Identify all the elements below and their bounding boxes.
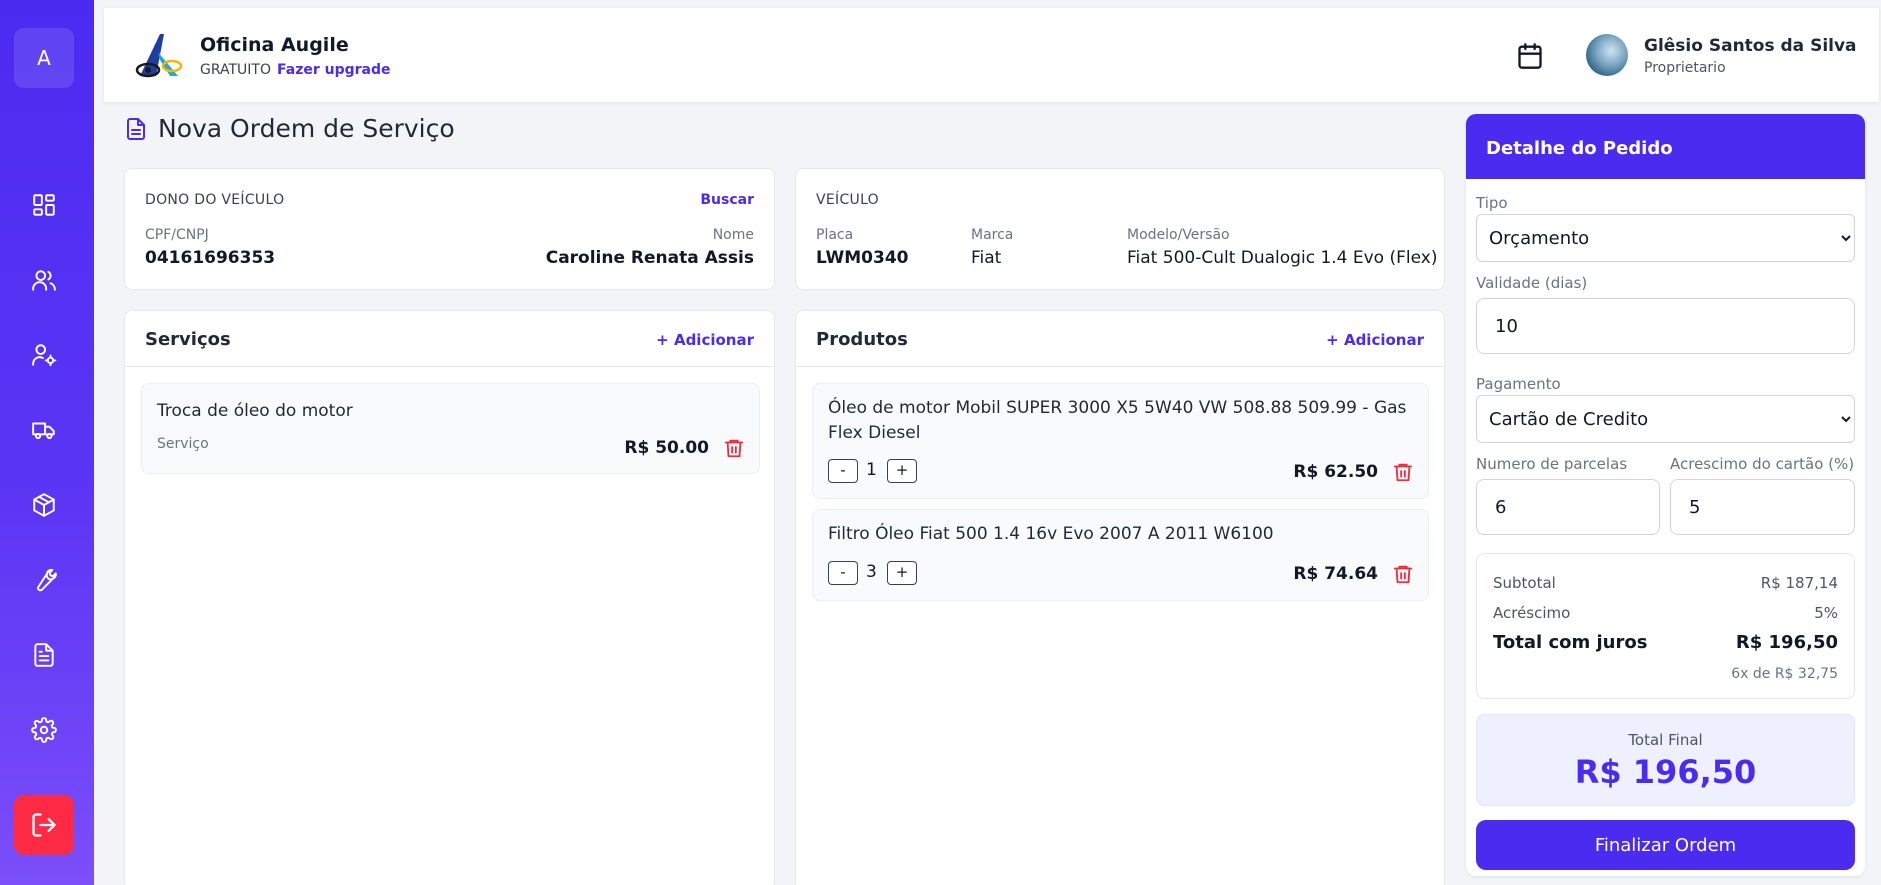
decrease-qty-button[interactable]: -	[828, 561, 858, 585]
plate-value: LWM0340	[816, 248, 909, 268]
type-select[interactable]: Orçamento	[1476, 214, 1855, 262]
vehicle-section-label: VEÍCULO	[816, 192, 879, 208]
payment-select[interactable]: Cartão de Credito	[1476, 395, 1855, 443]
top-header: Oficina Augile GRATUITO Fazer upgrade Gl…	[104, 8, 1879, 102]
validity-label: Validade (dias)	[1476, 274, 1588, 292]
product-qty: 1	[866, 460, 877, 480]
truck-icon[interactable]	[24, 410, 64, 450]
products-panel-header: Produtos + Adicionar	[796, 311, 1444, 367]
surcharge-value: 5%	[1814, 604, 1838, 622]
document-icon[interactable]	[24, 635, 64, 675]
type-label: Tipo	[1476, 194, 1508, 212]
vehicle-owner-card: DONO DO VEÍCULO Buscar CPF/CNPJ 04161696…	[124, 168, 775, 290]
plan-badge: GRATUITO	[200, 62, 271, 78]
total-interest-label: Total com juros	[1493, 632, 1648, 653]
order-detail-title: Detalhe do Pedido	[1486, 138, 1673, 159]
user-role: Proprietario	[1644, 60, 1726, 76]
product-price: R$ 62.50	[1293, 462, 1378, 482]
subtotal-label: Subtotal	[1493, 574, 1556, 592]
services-panel: Serviços + Adicionar Troca de óleo do mo…	[124, 310, 775, 885]
model-label: Modelo/Versão	[1127, 227, 1230, 243]
page-title: Nova Ordem de Serviço	[158, 114, 455, 143]
card-fee-label: Acrescimo do cartão (%)	[1670, 455, 1855, 473]
trash-icon[interactable]	[1392, 460, 1414, 484]
brand-name: Oficina Augile	[200, 34, 349, 56]
sidebar-avatar[interactable]: A	[14, 28, 74, 88]
services-title: Serviços	[145, 329, 231, 350]
service-name: Troca de óleo do motor	[157, 401, 353, 421]
increase-qty-button[interactable]: +	[887, 459, 917, 483]
owner-section-label: DONO DO VEÍCULO	[145, 192, 285, 208]
brand-label: Marca	[971, 227, 1014, 243]
box-icon[interactable]	[24, 485, 64, 525]
trash-icon[interactable]	[1392, 562, 1414, 586]
payment-label: Pagamento	[1476, 375, 1561, 393]
calendar-icon[interactable]	[1516, 42, 1544, 70]
product-name: Óleo de motor Mobil SUPER 3000 X5 5W40 V…	[828, 398, 1407, 443]
owner-name-value: Caroline Renata Assis	[545, 248, 754, 268]
wrench-icon[interactable]	[24, 560, 64, 600]
service-type: Serviço	[157, 436, 209, 452]
doc-value: 04161696353	[145, 248, 276, 268]
dashboard-icon[interactable]	[24, 185, 64, 225]
decrease-qty-button[interactable]: -	[828, 459, 858, 483]
installments-input[interactable]	[1476, 479, 1660, 535]
brand-logo	[134, 30, 186, 80]
users-icon[interactable]	[24, 260, 64, 300]
surcharge-label: Acréscimo	[1493, 604, 1571, 622]
subtotal-row: Subtotal R$ 187,14	[1493, 574, 1838, 592]
product-qty: 3	[866, 562, 877, 582]
order-detail-header: Detalhe do Pedido	[1466, 114, 1865, 179]
user-gear-icon[interactable]	[24, 335, 64, 375]
owner-name-label: Nome	[712, 227, 754, 243]
total-interest-row: Total com juros R$ 196,50	[1493, 632, 1838, 653]
service-price: R$ 50.00	[624, 438, 709, 458]
user-avatar[interactable]	[1586, 34, 1628, 76]
final-total-label: Total Final	[1628, 731, 1703, 749]
card-fee-input[interactable]	[1670, 479, 1855, 535]
brand-value: Fiat	[971, 248, 1002, 268]
order-summary: Subtotal R$ 187,14 Acréscimo 5% Total co…	[1476, 553, 1855, 699]
validity-input[interactable]	[1476, 298, 1855, 354]
add-service-button[interactable]: + Adicionar	[656, 331, 754, 349]
upgrade-link[interactable]: Fazer upgrade	[277, 62, 391, 78]
add-product-button[interactable]: + Adicionar	[1326, 331, 1424, 349]
gear-icon[interactable]	[24, 710, 64, 750]
sidebar: A	[0, 0, 94, 885]
subtotal-value: R$ 187,14	[1760, 574, 1838, 592]
trash-icon[interactable]	[723, 436, 745, 460]
logout-icon[interactable]	[14, 795, 74, 855]
final-total-box: Total Final R$ 196,50	[1476, 714, 1855, 806]
doc-label: CPF/CNPJ	[145, 227, 209, 243]
order-detail-panel: Detalhe do Pedido Tipo Orçamento Validad…	[1466, 114, 1865, 876]
products-panel: Produtos + Adicionar Óleo de motor Mobil…	[795, 310, 1445, 885]
document-icon	[127, 117, 145, 140]
page-title-wrap: Nova Ordem de Serviço	[124, 114, 455, 143]
plate-label: Placa	[816, 227, 854, 243]
list-item: Filtro Óleo Fiat 500 1.4 16v Evo 2007 A …	[812, 509, 1429, 601]
installments-label: Numero de parcelas	[1476, 455, 1628, 473]
user-name[interactable]: Glêsio Santos da Silva	[1644, 36, 1857, 56]
list-item: Óleo de motor Mobil SUPER 3000 X5 5W40 V…	[812, 383, 1429, 499]
final-total-value: R$ 196,50	[1574, 753, 1757, 791]
services-panel-header: Serviços + Adicionar	[125, 311, 774, 367]
search-owner-link[interactable]: Buscar	[700, 192, 754, 208]
vehicle-card: VEÍCULO Placa LWM0340 Marca Fiat Modelo/…	[795, 168, 1445, 290]
total-interest-value: R$ 196,50	[1735, 632, 1838, 653]
finish-order-button[interactable]: Finalizar Ordem	[1476, 820, 1855, 870]
products-title: Produtos	[816, 329, 908, 350]
list-item: Troca de óleo do motor Serviço R$ 50.00	[141, 383, 760, 474]
model-value: Fiat 500-Cult Dualogic 1.4 Evo (Flex)	[1127, 248, 1438, 268]
product-name: Filtro Óleo Fiat 500 1.4 16v Evo 2007 A …	[828, 524, 1274, 544]
increase-qty-button[interactable]: +	[887, 561, 917, 585]
installment-text: 6x de R$ 32,75	[1731, 666, 1838, 682]
product-price: R$ 74.64	[1293, 564, 1378, 584]
surcharge-row: Acréscimo 5%	[1493, 604, 1838, 622]
